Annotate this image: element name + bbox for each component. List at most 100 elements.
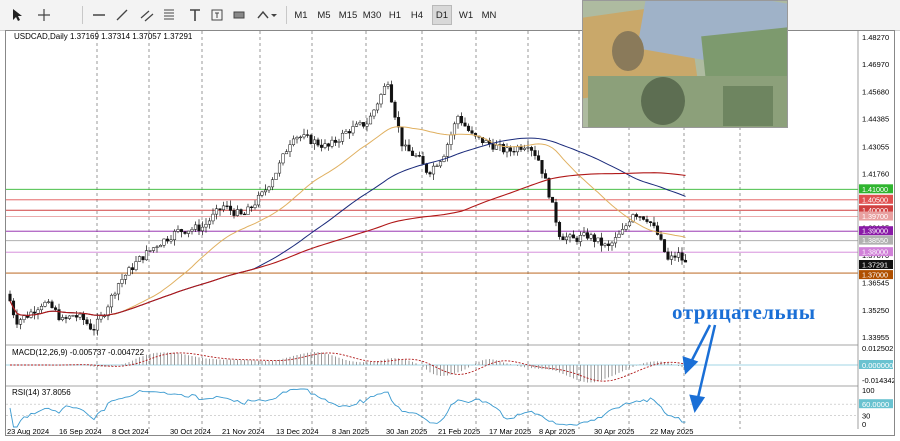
candle-body [186, 230, 191, 234]
candle-body [589, 234, 593, 239]
candle-body [578, 235, 583, 242]
candle-body [18, 319, 23, 325]
price-tick-label: 1.36545 [862, 279, 889, 288]
candle-body [582, 232, 586, 236]
crosshair-icon[interactable] [34, 5, 54, 25]
candle-body [78, 313, 82, 318]
candle-body [484, 140, 488, 143]
macd-tick-label: 0.012502 [862, 344, 893, 353]
candle-body [340, 132, 345, 142]
horizontal-line-icon[interactable] [90, 5, 108, 25]
candle-body [547, 178, 551, 198]
date-label: 21 Nov 2024 [222, 427, 265, 435]
trendline-icon[interactable] [113, 5, 131, 25]
candle-body [641, 216, 646, 220]
candle-body [64, 317, 68, 319]
candle-body [652, 222, 656, 227]
date-label: 8 Jan 2025 [332, 427, 369, 435]
candle-body [673, 255, 677, 258]
candle-body [127, 267, 131, 276]
candle-body [407, 144, 411, 152]
candle-body [179, 229, 184, 233]
candle-body [372, 109, 376, 117]
candle-body [599, 237, 604, 246]
candle-body [512, 151, 516, 153]
timeframe-d1[interactable]: D1 [432, 5, 452, 25]
date-label: 30 Oct 2024 [170, 427, 211, 435]
candle-body [358, 122, 362, 125]
timeframe-h1[interactable]: H1 [386, 5, 404, 25]
text-icon[interactable] [186, 5, 204, 25]
macd-title: MACD(12,26,9) -0.005737 -0.004722 [12, 348, 145, 357]
date-label: 13 Dec 2024 [276, 427, 319, 435]
candle-body [610, 242, 614, 246]
candle-body [354, 123, 359, 127]
candle-body [417, 155, 422, 157]
candle-body [291, 138, 296, 145]
candle-body [337, 141, 341, 143]
annotation-text: отрицательны [672, 300, 816, 324]
date-label: 22 May 2025 [650, 427, 693, 435]
candle-body [113, 293, 117, 296]
date-label: 21 Feb 2025 [438, 427, 480, 435]
timeframe-w1[interactable]: W1 [456, 5, 476, 25]
candle-body [274, 172, 278, 180]
candle-body [456, 116, 460, 125]
candle-body [172, 231, 177, 240]
macd-tick-label: 0.000000 [862, 361, 893, 370]
timeframe-mn[interactable]: MN [479, 5, 499, 25]
candle-body [169, 239, 173, 242]
date-label: 30 Apr 2025 [594, 427, 634, 435]
candle-body [603, 243, 607, 246]
ma-fast-line [9, 126, 686, 317]
candle-body [568, 234, 572, 238]
level-label: 1.39700 [862, 212, 888, 221]
chart-title: USDCAD,Daily 1.37169 1.37314 1.37057 1.3… [14, 32, 193, 41]
candle-body [561, 236, 565, 241]
label-icon[interactable] [208, 5, 226, 25]
rsi-tick-label: 100 [862, 386, 875, 395]
candle-body [242, 213, 247, 216]
candle-body [526, 147, 530, 149]
candle-body [39, 306, 44, 311]
date-label: 30 Jan 2025 [386, 427, 427, 435]
candle-body [501, 144, 506, 153]
candle-body [158, 244, 163, 248]
candle-body [316, 139, 320, 146]
candle-body [295, 137, 299, 140]
candle-body [165, 238, 170, 242]
shapes-menu-icon[interactable] [254, 5, 280, 25]
rectangle-icon[interactable] [230, 5, 248, 25]
price-tick-label: 1.46970 [862, 60, 889, 69]
cursor-icon[interactable] [8, 5, 26, 25]
candle-body [326, 143, 331, 147]
candle-body [277, 162, 282, 174]
candle-body [554, 202, 558, 223]
candle-body [32, 311, 37, 314]
timeframe-m5[interactable]: M5 [314, 5, 334, 25]
candle-body [375, 103, 380, 111]
candle-body [235, 209, 240, 216]
candle-body [669, 255, 674, 260]
timeframe-m30[interactable]: M30 [361, 5, 383, 25]
candle-body [666, 251, 670, 260]
fibonacci-icon[interactable] [160, 5, 178, 25]
candle-body [50, 301, 54, 308]
candle-body [281, 153, 285, 164]
timeframe-h4[interactable]: H4 [408, 5, 426, 25]
channel-icon[interactable] [138, 5, 156, 25]
candle-body [211, 213, 215, 222]
timeframe-m15[interactable]: M15 [337, 5, 359, 25]
candle-body [120, 279, 124, 284]
level-label: 1.37000 [862, 271, 888, 280]
candle-body [319, 144, 324, 148]
candle-body [88, 323, 93, 330]
candle-body [655, 225, 660, 235]
candle-body [575, 237, 579, 242]
date-label: 17 Mar 2025 [489, 427, 531, 435]
candle-body [176, 229, 180, 232]
timeframe-m1[interactable]: M1 [292, 5, 310, 25]
candle-body [141, 256, 145, 261]
candle-body [466, 125, 471, 131]
candle-body [253, 204, 257, 208]
